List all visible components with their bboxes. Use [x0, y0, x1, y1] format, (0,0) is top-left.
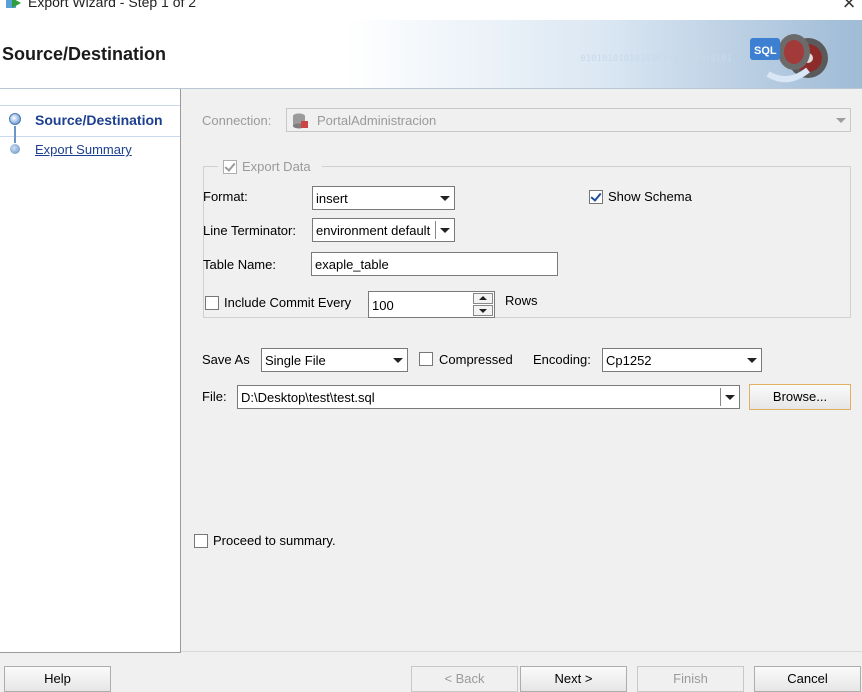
app-icon: [6, 0, 21, 8]
spinner-up-icon[interactable]: [473, 293, 493, 304]
export-data-checkbox[interactable]: [223, 160, 237, 174]
chevron-down-icon: [832, 111, 848, 129]
commit-rows-value: 100: [372, 298, 394, 313]
format-value: insert: [316, 191, 348, 206]
wizard-header: Source/Destination 010101010101010101010…: [0, 20, 862, 89]
commit-rows-stepper[interactable]: 100: [368, 291, 495, 318]
sql-export-icon: SQL: [750, 34, 828, 83]
save-as-value: Single File: [265, 353, 326, 368]
rows-label: Rows: [505, 293, 538, 308]
chevron-down-icon: [435, 221, 452, 239]
page-title: Source/Destination: [2, 44, 167, 64]
next-button[interactable]: Next >: [520, 666, 627, 692]
line-terminator-select[interactable]: environment default: [312, 218, 455, 242]
close-icon[interactable]: ×: [836, 0, 862, 15]
proceed-to-summary-label: Proceed to summary.: [213, 533, 336, 548]
step-pending-icon: [10, 144, 20, 154]
table-name-value: exaple_table: [315, 257, 389, 272]
show-schema-checkbox[interactable]: [589, 190, 603, 204]
wizard-steps-panel: Source/Destination Export Summary: [0, 89, 181, 653]
encoding-label: Encoding:: [533, 352, 591, 367]
file-path-combo[interactable]: D:\Desktop\test\test.sql: [237, 385, 740, 409]
compressed-checkbox[interactable]: [419, 352, 433, 366]
chevron-down-icon: [389, 351, 405, 369]
chevron-down-icon: [720, 388, 737, 406]
title-bar: Export Wizard - Step 1 of 2 ×: [0, 0, 862, 20]
show-schema-label: Show Schema: [608, 189, 692, 204]
encoding-select[interactable]: Cp1252: [602, 348, 762, 372]
chevron-down-icon: [743, 351, 759, 369]
sql-logo-text: SQL: [754, 45, 777, 57]
binary-decoration: 0101010101010101010101010101: [580, 54, 732, 64]
line-terminator-label: Line Terminator:: [203, 223, 296, 238]
table-name-input[interactable]: exaple_table: [311, 252, 558, 276]
format-label: Format:: [203, 189, 248, 204]
include-commit-label: Include Commit Every: [224, 295, 352, 310]
export-data-label: Export Data: [242, 159, 311, 174]
window-title: Export Wizard - Step 1 of 2: [28, 0, 197, 10]
help-button[interactable]: Help: [4, 666, 111, 692]
step-current-icon: [9, 113, 21, 125]
compressed-label: Compressed: [439, 352, 513, 367]
nav-item-export-summary[interactable]: Export Summary: [35, 142, 132, 157]
table-name-label: Table Name:: [203, 257, 276, 272]
cancel-button[interactable]: Cancel: [754, 666, 861, 692]
encoding-value: Cp1252: [606, 353, 652, 368]
back-button[interactable]: < Back: [411, 666, 518, 692]
database-icon: [293, 113, 308, 129]
spinner-down-icon[interactable]: [473, 305, 493, 316]
line-terminator-value: environment default: [316, 223, 431, 238]
step-connector: [14, 126, 16, 143]
divider: [181, 651, 862, 652]
chevron-down-icon: [436, 189, 452, 207]
browse-button[interactable]: Browse...: [749, 384, 851, 410]
nav-item-source-destination[interactable]: Source/Destination: [35, 112, 163, 128]
save-as-select[interactable]: Single File: [261, 348, 408, 372]
connection-label: Connection:: [202, 113, 272, 128]
format-select[interactable]: insert: [312, 186, 455, 210]
proceed-to-summary-checkbox[interactable]: [194, 534, 208, 548]
save-as-label: Save As: [202, 352, 250, 367]
connection-value: PortalAdministracion: [317, 113, 437, 128]
finish-button[interactable]: Finish: [637, 666, 744, 692]
file-label: File:: [202, 389, 227, 404]
connection-select[interactable]: PortalAdministracion: [286, 108, 851, 132]
file-path-value: D:\Desktop\test\test.sql: [241, 390, 375, 405]
include-commit-checkbox[interactable]: [205, 296, 219, 310]
